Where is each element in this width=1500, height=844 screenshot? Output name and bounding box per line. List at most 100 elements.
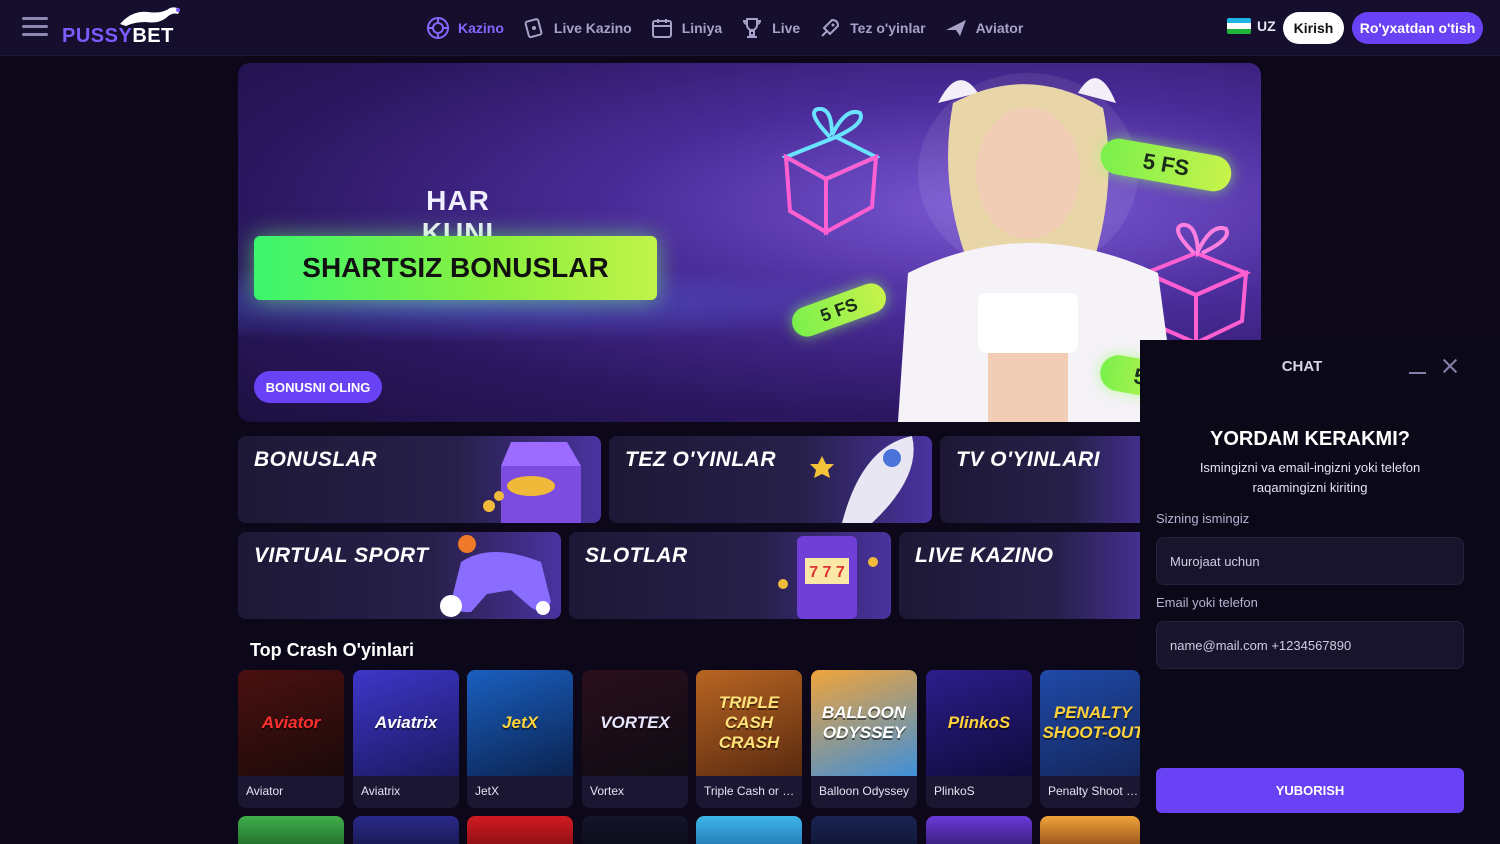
logo-text: PUSSYBET xyxy=(62,25,174,47)
name-input[interactable]: Murojaat uchun xyxy=(1156,537,1464,585)
game-card[interactable] xyxy=(353,816,459,844)
nav-label: Tez o'yinlar xyxy=(850,20,926,36)
language-selector[interactable]: UZ xyxy=(1227,18,1276,34)
game-card[interactable] xyxy=(238,816,344,844)
game-name: PlinkoS xyxy=(934,784,975,798)
calendar-icon xyxy=(651,19,672,38)
game-logo-text: BALLOON ODYSSEY xyxy=(821,703,907,742)
live-casino-icon xyxy=(524,18,543,39)
minimize-icon[interactable] xyxy=(1408,362,1428,374)
casino-chip-icon xyxy=(427,17,449,39)
page: PUSSYBET Kazino Live Kazino Liniya Live … xyxy=(0,0,1500,844)
chat-subtitle: Ismingizni va email-ingizni yoki telefon… xyxy=(1199,460,1421,495)
game-card[interactable] xyxy=(811,816,917,844)
nav-label: Liniya xyxy=(681,20,723,36)
chat-header: CHAT xyxy=(1140,340,1500,392)
svg-text:7 7 7: 7 7 7 xyxy=(809,564,845,581)
game-logo-text: PENALTY SHOOT-OUT xyxy=(1042,703,1140,742)
game-name: Aviatrix xyxy=(361,784,401,798)
category-tv-oyinlari[interactable]: TV O'YINLARI xyxy=(940,436,1160,523)
slot-machine-icon: 7 7 7 xyxy=(778,536,878,619)
category-slotlar[interactable]: SLOTLAR 7 7 7 xyxy=(569,532,891,619)
game-logo-text: VORTEX xyxy=(600,713,670,732)
contact-label: Email yoki telefon xyxy=(1156,595,1258,610)
game-name: Aviator xyxy=(246,784,284,798)
category-label: BONUSLAR xyxy=(254,448,377,471)
menu-icon[interactable] xyxy=(22,17,48,39)
game-thumbnail: VORTEX xyxy=(582,670,688,776)
nav-label: Aviator xyxy=(975,20,1024,36)
category-label: VIRTUAL SPORT xyxy=(254,544,429,567)
category-live-kazino[interactable]: LIVE KAZINO xyxy=(899,532,1160,619)
game-logo-text: Aviator xyxy=(261,713,321,732)
game-logo-text: JetX xyxy=(502,713,538,732)
category-label: TV O'YINLARI xyxy=(956,448,1100,471)
plane-icon xyxy=(945,20,966,36)
login-button[interactable]: Kirish xyxy=(1283,12,1344,44)
game-thumbnail: JetX xyxy=(467,670,573,776)
game-card[interactable]: PENALTY SHOOT-OUT Penalty Shoot Out xyxy=(1040,670,1140,808)
category-bonuslar[interactable]: BONUSLAR xyxy=(238,436,601,523)
game-card[interactable]: TRIPLE CASH CRASH Triple Cash or Crash xyxy=(696,670,802,808)
game-name: Penalty Shoot Out xyxy=(1048,784,1140,798)
game-name: Triple Cash or Crash xyxy=(704,784,800,798)
game-card[interactable] xyxy=(582,816,688,844)
game-card[interactable]: Aviator Aviator xyxy=(238,670,344,808)
main-nav: Kazino Live Kazino Liniya Live Tez o'yin… xyxy=(426,16,1023,40)
chat-widget: CHAT YORDAM KERAKMI? Ismingizni va email… xyxy=(1140,340,1500,844)
game-name: Vortex xyxy=(590,784,625,798)
site-logo[interactable]: PUSSYBET xyxy=(62,7,187,50)
category-virtual-sport[interactable]: VIRTUAL SPORT xyxy=(238,532,561,619)
game-logo-text: TRIPLE CASH CRASH xyxy=(718,693,780,752)
get-bonus-button[interactable]: BONUSNI OLING xyxy=(254,371,382,403)
game-card[interactable] xyxy=(926,816,1032,844)
game-card[interactable]: JetX JetX xyxy=(467,670,573,808)
rocket-icon xyxy=(810,436,914,523)
promo-banner[interactable]: HAR KUNI SHARTSIZ BONUSLAR BONUSNI OLING… xyxy=(238,63,1261,422)
nav-liniya[interactable]: Liniya xyxy=(650,16,722,40)
game-logo-text: Aviatrix xyxy=(374,713,438,732)
treasure-chest-icon xyxy=(483,442,581,523)
category-label: SLOTLAR xyxy=(585,544,688,567)
uzbekistan-flag-icon xyxy=(1227,18,1251,34)
category-tez-oyinlar[interactable]: TEZ O'YINLAR xyxy=(609,436,932,523)
chat-heading: YORDAM KERAKMI? xyxy=(1210,428,1410,450)
game-logo-text: PlinkoS xyxy=(947,713,1011,732)
top-header: PUSSYBET Kazino Live Kazino Liniya Live … xyxy=(0,0,1500,56)
game-card[interactable]: VORTEX Vortex xyxy=(582,670,688,808)
contact-input[interactable]: name@mail.com +1234567890 xyxy=(1156,621,1464,669)
nav-label: Live xyxy=(772,20,801,36)
register-button[interactable]: Ro'yxatdan o'tish xyxy=(1352,12,1483,44)
game-thumbnail: BALLOON ODYSSEY xyxy=(811,670,917,776)
nav-tez-oyinlar[interactable]: Tez o'yinlar xyxy=(818,16,926,40)
category-label: LIVE KAZINO xyxy=(915,544,1054,567)
close-icon[interactable] xyxy=(1440,356,1460,376)
nav-kazino[interactable]: Kazino xyxy=(426,16,504,40)
send-button[interactable]: YUBORISH xyxy=(1156,768,1464,813)
game-card[interactable] xyxy=(696,816,802,844)
game-card[interactable] xyxy=(467,816,573,844)
banner-headline: SHARTSIZ BONUSLAR xyxy=(254,236,657,300)
game-thumbnail: Aviator xyxy=(238,670,344,776)
game-card[interactable]: PlinkoS PlinkoS xyxy=(926,670,1032,808)
game-name: Balloon Odyssey xyxy=(819,784,910,798)
trophy-icon xyxy=(743,18,762,38)
game-thumbnail: PlinkoS xyxy=(926,670,1032,776)
nav-label: Kazino xyxy=(458,20,504,36)
game-thumbnail: TRIPLE CASH CRASH xyxy=(696,670,802,776)
section-title: Top Crash O'yinlari xyxy=(250,640,414,660)
nav-aviator[interactable]: Aviator xyxy=(944,16,1024,40)
game-card[interactable]: Aviatrix Aviatrix xyxy=(353,670,459,808)
language-code: UZ xyxy=(1257,18,1276,34)
panther-logo-icon xyxy=(120,7,180,27)
category-label: TEZ O'YINLAR xyxy=(625,448,776,471)
game-thumbnail: Aviatrix xyxy=(353,670,459,776)
game-card[interactable] xyxy=(1040,816,1140,844)
nav-live-kazino[interactable]: Live Kazino xyxy=(522,16,632,40)
nav-live[interactable]: Live xyxy=(740,16,800,40)
game-thumbnail: PENALTY SHOOT-OUT xyxy=(1040,670,1140,776)
nav-label: Live Kazino xyxy=(553,20,632,36)
rocket-icon xyxy=(821,18,840,37)
game-card[interactable]: BALLOON ODYSSEY Balloon Odyssey xyxy=(811,670,917,808)
gamepad-icon xyxy=(440,535,551,617)
